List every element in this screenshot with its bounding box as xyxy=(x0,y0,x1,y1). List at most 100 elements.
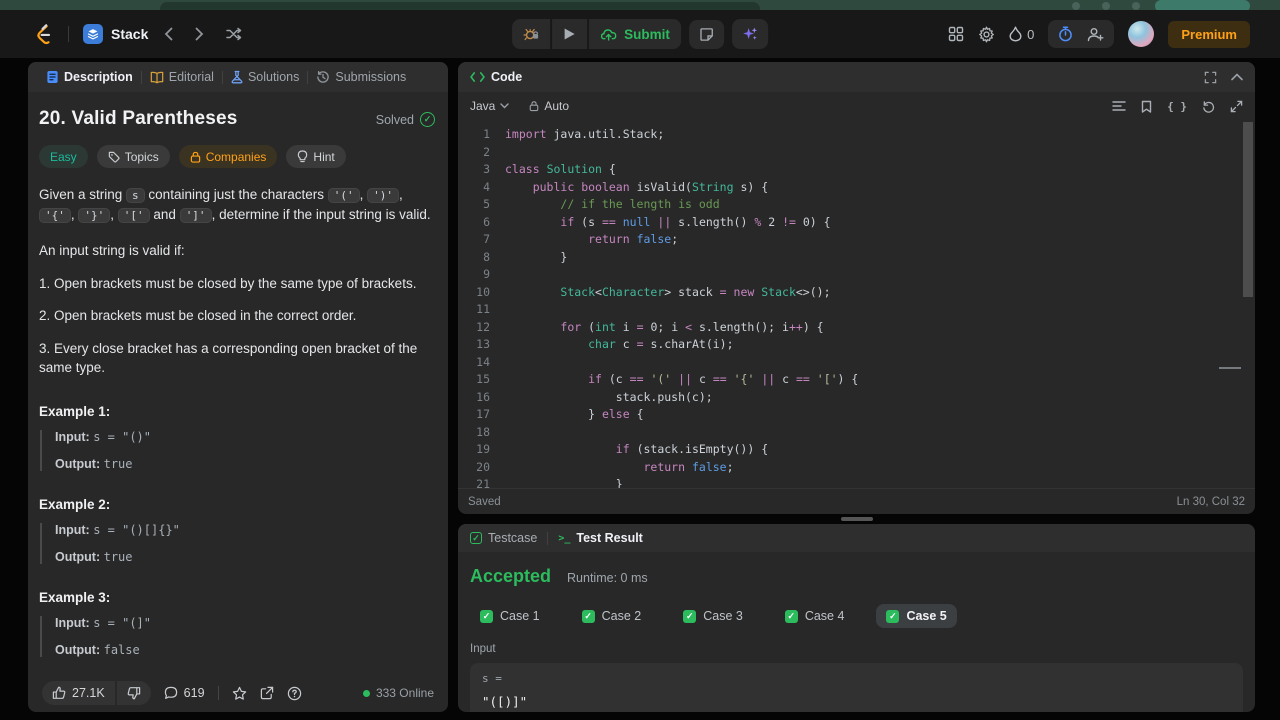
saved-status: Saved xyxy=(468,495,501,508)
case-pass-icon: ✓ xyxy=(784,609,798,623)
topics-badge[interactable]: Topics xyxy=(96,145,170,168)
premium-button[interactable]: Premium xyxy=(1168,20,1250,48)
leetcode-logo[interactable] xyxy=(32,22,54,46)
bookmark-icon[interactable] xyxy=(1141,100,1152,113)
problem-list-button[interactable]: Stack xyxy=(83,24,148,44)
chevron-down-icon xyxy=(500,103,510,109)
code-line: 18 xyxy=(476,424,490,439)
code-line: 13 char c = s.charAt(i); xyxy=(476,337,734,351)
test-panel-header: ✓ Testcase >_ Test Result xyxy=(458,524,1255,552)
code-line: 16 stack.push(c); xyxy=(476,389,713,404)
braces-icon[interactable]: { } xyxy=(1167,100,1187,113)
lock-icon xyxy=(190,151,200,163)
case-4-chip[interactable]: ✓ Case 4 xyxy=(775,604,855,628)
timer-icon[interactable] xyxy=(1058,26,1073,42)
add-collaborator-icon[interactable] xyxy=(1087,27,1104,42)
companies-badge[interactable]: Companies xyxy=(178,145,278,168)
question-circle-icon xyxy=(287,686,301,700)
cases-row: ✓ Case 1 ✓ Case 2 ✓ Case 3 ✓ Case 4 ✓ Case 5 xyxy=(470,604,1243,628)
tab-editorial[interactable]: Editorial xyxy=(142,70,222,84)
flask-icon xyxy=(231,70,243,84)
format-code-icon[interactable] xyxy=(1112,100,1126,112)
document-icon xyxy=(47,70,58,84)
submit-button[interactable]: Submit xyxy=(587,19,681,49)
tab-solutions[interactable]: Solutions xyxy=(223,70,307,84)
code-editor[interactable]: 1 import java.util.Stack; 2 3 class Solution… xyxy=(458,120,1255,488)
debug-button[interactable] xyxy=(512,19,550,49)
language-selector[interactable]: Java xyxy=(470,99,510,113)
valid-intro: An input string is valid if: xyxy=(39,242,185,258)
navbar: Stack Submit 0 Premium xyxy=(0,10,1280,58)
difficulty-badge[interactable]: Easy xyxy=(39,145,88,168)
case-1-chip[interactable]: ✓ Case 1 xyxy=(470,604,550,628)
prev-question-button[interactable] xyxy=(158,27,179,41)
terminal-icon: >_ xyxy=(558,532,571,544)
tab-submissions[interactable]: Submissions xyxy=(308,70,414,84)
autocomplete-toggle[interactable]: Auto xyxy=(529,99,569,113)
help-button[interactable] xyxy=(287,686,302,701)
test-result-body: Accepted Runtime: 0 ms ✓ Case 1 ✓ Case 2 ✓… xyxy=(458,552,1255,712)
tab-test-result[interactable]: >_ Test Result xyxy=(558,531,643,545)
ai-assistant-button[interactable] xyxy=(731,19,768,49)
code-line: 10 Stack<Character> stack = new Stack<>(… xyxy=(476,284,831,299)
example-2-label: Example 2: xyxy=(39,496,111,512)
case-pass-icon: ✓ xyxy=(480,609,493,623)
settings-gear-icon[interactable] xyxy=(978,26,995,43)
description-tabbar: Description Editorial Solutions Submissi… xyxy=(28,62,448,92)
case-2-chip[interactable]: ✓ Case 2 xyxy=(572,604,652,628)
lightbulb-icon xyxy=(298,150,308,163)
case-pass-icon: ✓ xyxy=(581,609,595,623)
example-1-label: Example 1: xyxy=(39,403,111,419)
browser-icon[interactable] xyxy=(1072,2,1080,10)
input-value-box[interactable]: s = "([)]" xyxy=(470,663,1243,712)
browser-strip xyxy=(0,0,1280,16)
problem-list-label: Stack xyxy=(111,26,149,42)
favorite-button[interactable] xyxy=(232,686,247,701)
tab-testcase[interactable]: ✓ Testcase xyxy=(470,531,537,545)
code-line: 9 xyxy=(483,267,490,281)
collapse-panel-icon[interactable] xyxy=(1231,73,1243,81)
problem-footer: 27.1K 619 333 Online xyxy=(28,674,448,712)
code-line: 21 } xyxy=(476,477,623,488)
case-pass-icon: ✓ xyxy=(886,609,900,623)
panel-resize-handle[interactable] xyxy=(840,517,873,521)
code-line: 1 import java.util.Stack; xyxy=(483,127,665,141)
editor-scrollbar[interactable] xyxy=(1243,122,1253,486)
online-dot xyxy=(362,689,370,697)
next-question-button[interactable] xyxy=(189,27,210,41)
case-3-chip[interactable]: ✓ Case 3 xyxy=(673,604,753,628)
tab-description[interactable]: Description xyxy=(38,70,141,84)
code-icon xyxy=(470,72,485,82)
cursor-position-marker xyxy=(1219,366,1241,369)
browser-icon[interactable] xyxy=(1132,2,1140,10)
shuffle-icon[interactable] xyxy=(220,27,248,41)
hint-badge[interactable]: Hint xyxy=(286,145,346,168)
streak-count: 0 xyxy=(1027,26,1035,42)
case-5-chip[interactable]: ✓ Case 5 xyxy=(876,604,957,628)
code-line: 6 if (s == null || s.length() % 2 != 0) … xyxy=(483,214,831,229)
scrollbar-thumb[interactable] xyxy=(1243,122,1253,297)
divider xyxy=(217,686,219,700)
notes-button[interactable] xyxy=(688,19,724,49)
dislike-button[interactable] xyxy=(114,681,151,705)
result-status: Accepted xyxy=(470,566,552,586)
run-button[interactable] xyxy=(550,19,587,49)
code-line: 11 xyxy=(476,302,490,316)
right-column: Code Java Auto {} 1 import java.util.St… xyxy=(458,62,1255,712)
solved-status: Solved ✓ xyxy=(376,112,435,127)
layout-grid-icon[interactable] xyxy=(948,26,964,42)
share-button[interactable] xyxy=(260,686,274,700)
comments-button[interactable]: 619 xyxy=(164,686,205,700)
reset-code-icon[interactable] xyxy=(1202,100,1215,113)
like-button[interactable]: 27.1K xyxy=(42,681,115,705)
stack-list-icon xyxy=(83,24,103,44)
browser-icon[interactable] xyxy=(1102,2,1110,10)
result-runtime: Runtime: 0 ms xyxy=(567,571,648,585)
code-line: 4 public boolean isValid(String s) { xyxy=(483,179,769,194)
daily-streak[interactable]: 0 xyxy=(1009,26,1034,42)
expand-editor-icon[interactable] xyxy=(1230,100,1243,113)
user-avatar[interactable] xyxy=(1128,21,1155,47)
panel-resize-row xyxy=(458,514,1255,524)
cloud-upload-icon xyxy=(600,28,617,41)
fullscreen-icon[interactable] xyxy=(1204,71,1217,84)
